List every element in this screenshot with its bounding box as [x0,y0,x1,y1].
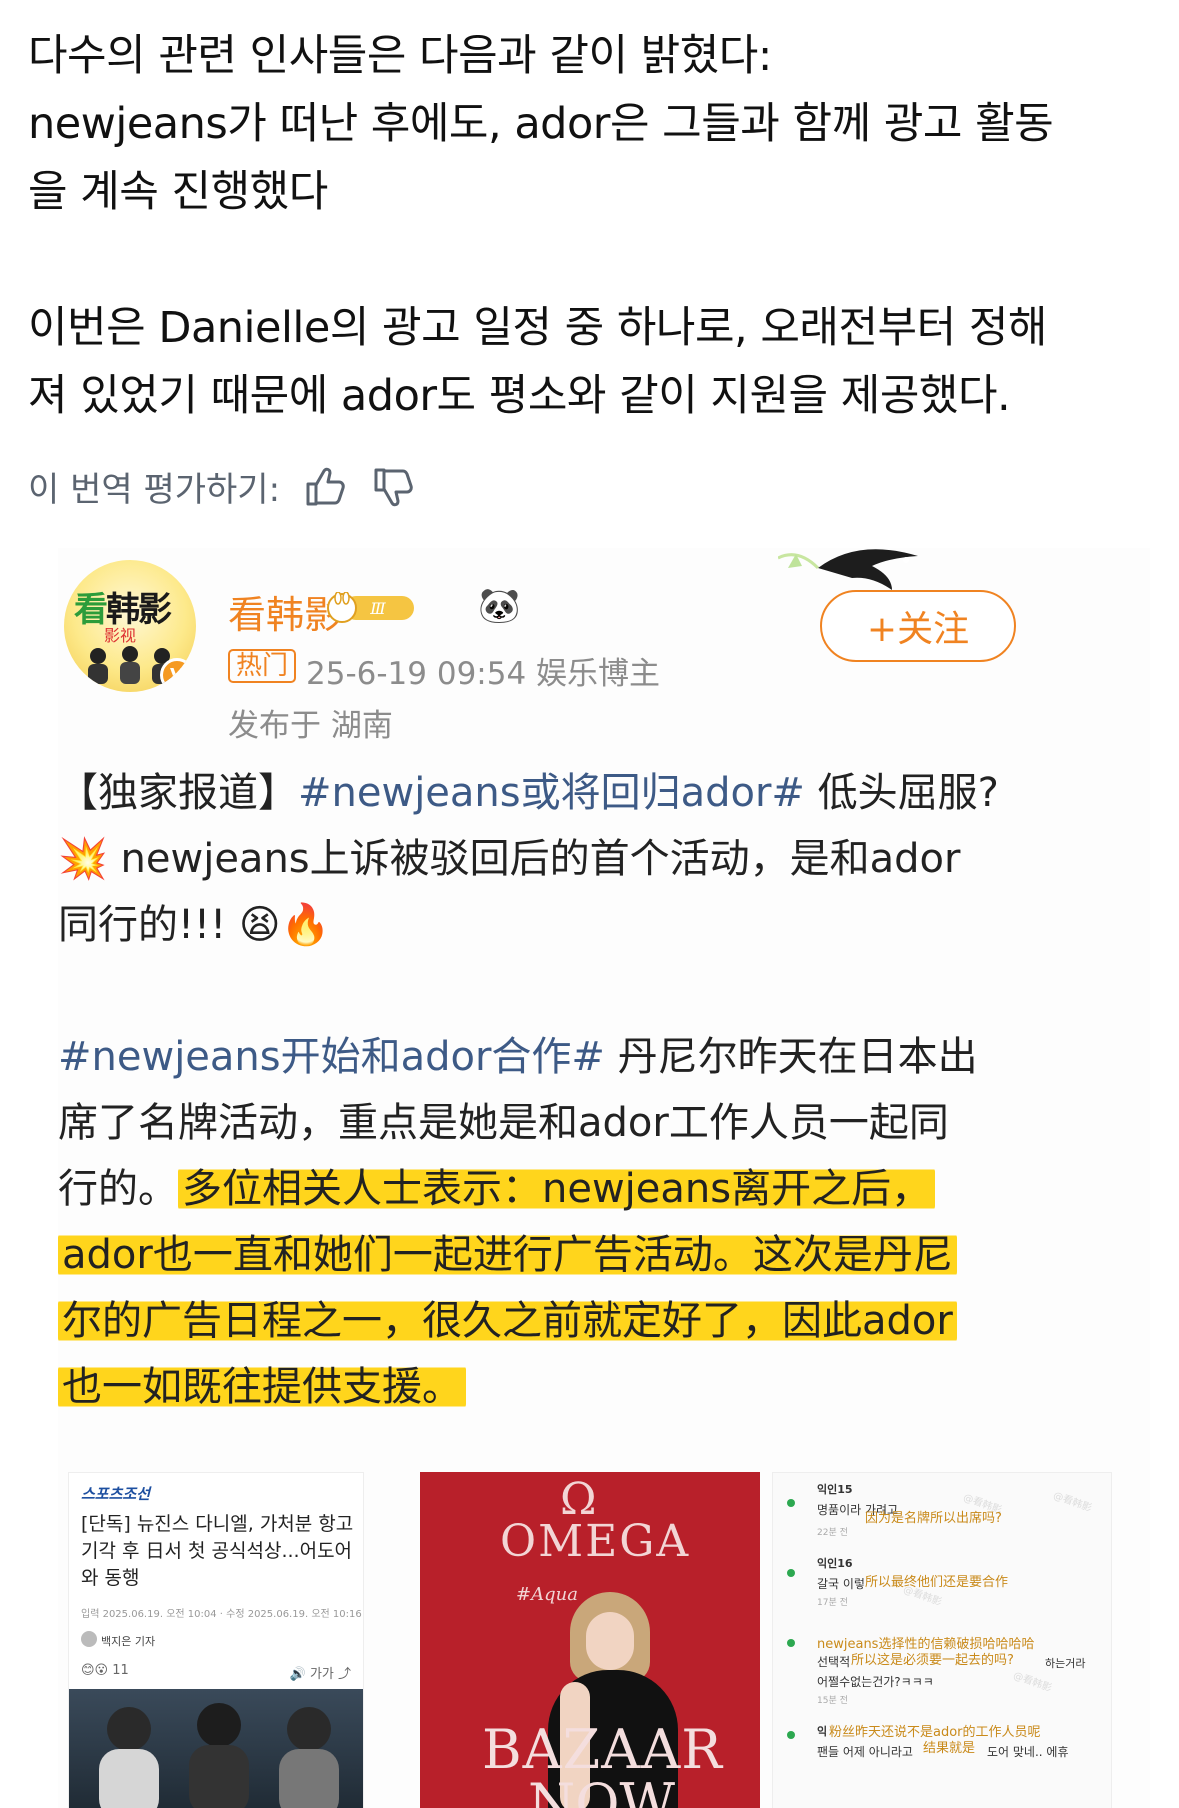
news-headline: [단독] 뉴진스 다니엘, 가처분 항고 기각 후 日서 첫 공식석상...어도… [81,1513,354,1589]
omega-logo-text: OMEGA [500,1516,691,1567]
follow-button[interactable]: +关注 [820,590,1016,662]
thumbs-up-icon[interactable] [302,464,348,510]
panda-emoji-icon: 🐼 [478,586,521,626]
post-body-line: 席了名牌活动，重点是她是和ador工作人员一起同 [58,1100,949,1146]
comment-user: 익인16 [817,1557,853,1570]
hot-tag-badge: 热门 [228,649,297,683]
post-body-line: #newjeans开始和ador合作# 丹尼尔昨天在日本出 [58,1034,978,1080]
comment-user: 익 [817,1725,828,1738]
reporter-avatar [81,1631,97,1647]
highlighted-text: 也一如既往提供支援。 [58,1364,466,1410]
news-icon-row: 😊😮 11 🔊 가가 ⤴ [81,1663,351,1682]
comment-zh: 结果就是 [923,1741,976,1756]
translation-line: 이번은 Danielle의 광고 일정 중 하나로, 오래전부터 정해 [28,303,1047,353]
hashtag-link[interactable]: #newjeans或将回归ador# [298,770,805,816]
comment-time: 22분 전 [817,1528,848,1538]
aqua-text: #Aqua [516,1584,578,1605]
reaction-icons: 😊😮 11 [81,1663,129,1678]
level-badge-icon: Ⅲ [327,592,414,623]
comment-ko: 도어 맞네.. 에휴 [987,1745,1069,1759]
news-reporter: 백지은 기자 [101,1635,156,1648]
highlighted-text: 尔的广告日程之一，很久之前就定好了，因此ador [58,1298,957,1344]
share-tools-icons: 🔊 가가 ⤴ [289,1667,351,1682]
hashtag-link[interactable]: #newjeans开始和ador合作# [58,1034,605,1080]
comment-time: 17분 전 [817,1598,848,1608]
news-logo: 스포츠조선 [81,1485,151,1503]
comment-user: 익인15 [817,1483,853,1496]
comment-time: 15분 전 [817,1696,848,1706]
post-location: 发布于 湖南 [228,708,393,744]
person-face [586,1612,634,1670]
highlighted-text: 多位相关人士表示：newjeans离开之后， [178,1166,936,1212]
post-body-line: ador也一直和她们一起进行广告活动。这次是丹尼 [58,1222,1150,1288]
translation-line: newjeans가 떠난 후에도, ador은 그들과 함께 광고 활동 [28,99,1054,149]
post-body-line: 💥 newjeans上诉被驳回后的首个活动，是和ador [58,836,961,882]
rate-translation-row: 이 번역 평가하기: [28,462,416,511]
post-image-grid: 스포츠조선 [단독] 뉴진스 다니엘, 가처분 항고 기각 후 日서 첫 공식석… [58,1472,1150,1808]
post-body-line: 同行的!!! 😫🔥 [58,902,331,948]
tired-fire-emoji-icon: 😫🔥 [238,902,331,948]
translation-line: 다수의 관련 인사들은 다음과 같이 밝혔다: [28,31,772,81]
now-logo-text: NOW [528,1772,676,1808]
comment-dot-icon [787,1569,795,1577]
comment-zh: 所以这是必须要一起去的吗? [851,1653,1014,1668]
post-body-line: 【独家报道】#newjeans或将回归ador# 低头屈服? [58,770,999,816]
weibo-post-card: 看韩影 影视 V 看韩影 Ⅲ 🐼 热门 25-6-19 09:54 娱乐博主 发… [58,548,1150,1808]
author-name[interactable]: 看韩影 [228,584,342,639]
post-meta: 25-6-19 09:54 娱乐博主 [306,656,661,692]
translation-line: 져 있었기 때문에 ador도 평소와 같이 지원을 제공했다. [28,371,1011,421]
comment-ko: 선택적 [817,1655,851,1669]
omega-event-photo[interactable]: Ω OMEGA #Aqua BAZAAR NOW [420,1472,760,1808]
explosion-emoji-icon: 💥 [58,836,108,882]
watermark: @看韩影 [1051,1490,1093,1515]
translation-block: 다수의 관련 인사들은 다음과 같이 밝혔다: newjeans가 떠난 후에도… [28,22,1158,430]
post-body-line: 行的。 多位相关人士表示：newjeans离开之后， [58,1156,1150,1222]
news-photo [69,1689,363,1808]
post-body-line: 尔的广告日程之一，很久之前就定好了，因此ador [58,1288,1150,1354]
author-avatar[interactable]: 看韩影 影视 V [64,560,196,692]
highlighted-text: ador也一直和她们一起进行广告活动。这次是丹尼 [58,1232,957,1278]
news-article-image[interactable]: 스포츠조선 [단독] 뉴진스 다니엘, 가처분 항고 기각 후 日서 첫 공식석… [68,1472,364,1808]
level-badge-text: Ⅲ [369,599,386,618]
thumbs-down-icon[interactable] [370,464,416,510]
post-body-line: 也一如既往提供支援。 [58,1354,1150,1420]
translation-line: 을 계속 진행했다 [28,167,328,217]
comment-ko: 하는거라 [1045,1657,1086,1670]
comment-zh: 因为是名牌所以出席吗? [865,1511,1002,1526]
comment-zh: 所以最终他们还是要合作 [865,1575,1009,1590]
community-comments-image[interactable]: @看韩影 @看韩影 익인15 명품이라 가려고 因为是名牌所以出席吗? 22분 … [772,1472,1112,1808]
news-date: 입력 2025.06.19. 오전 10:04 · 수정 2025.06.19.… [81,1609,363,1620]
comment-dot-icon [787,1731,795,1739]
post-body: 【独家报道】#newjeans或将回归ador# 低头屈服? 💥 newjean… [58,760,1150,1420]
rate-translation-label: 이 번역 평가하기: [28,470,281,510]
comment-ko: 어쩔수없는건가?ㅋㅋㅋ [817,1675,934,1689]
comment-ko: 팬들 어제 아니라고 [817,1745,913,1759]
comment-dot-icon [787,1639,795,1647]
verified-badge-icon: V [160,658,194,692]
comment-ko: 갈국 이렇 [817,1577,865,1591]
comment-dot-icon [787,1499,795,1507]
